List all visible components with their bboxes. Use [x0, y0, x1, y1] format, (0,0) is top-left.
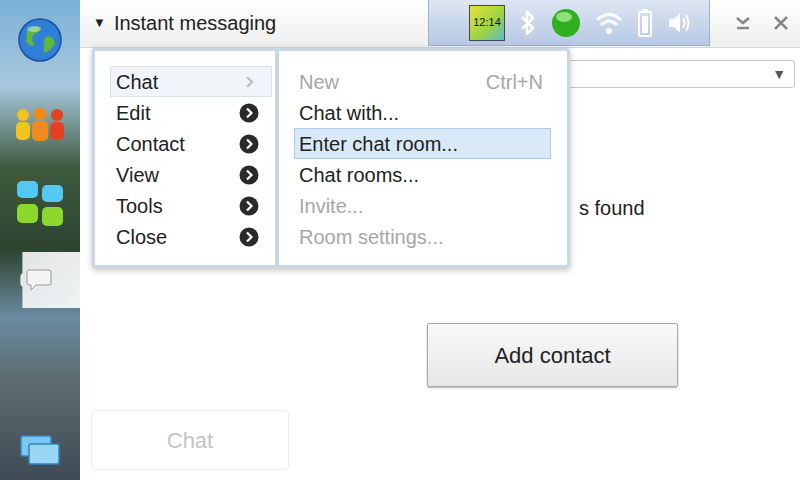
status-area[interactable]: 12:14 [428, 0, 710, 46]
battery-icon [637, 8, 653, 38]
submenu-item[interactable]: Chat rooms... [294, 159, 551, 190]
sidebar-item[interactable] [0, 12, 80, 68]
submenu-panel: NewCtrl+NChat with...Enter chat room...C… [279, 51, 567, 265]
sidebar-item[interactable] [0, 176, 80, 232]
menu-item[interactable]: Edit [110, 97, 272, 128]
presence-online-icon [551, 8, 581, 38]
submenu-item[interactable]: Invite... [294, 190, 551, 221]
empty-list-message: s found [579, 196, 800, 220]
submenu-item[interactable]: NewCtrl+N [294, 66, 551, 97]
menu-item[interactable]: Chat [110, 66, 272, 97]
chat-bubble-icon [26, 268, 52, 292]
account-dropdown[interactable]: ▼ [560, 60, 795, 88]
title-menu-button[interactable]: ▼Instant messaging [80, 0, 428, 46]
task-switcher[interactable] [15, 432, 65, 468]
menu-item[interactable]: Tools [110, 190, 272, 221]
bluetooth-icon [519, 8, 537, 38]
windows-icon [19, 434, 61, 466]
people-icon [13, 106, 67, 142]
submenu-item[interactable]: Room settings... [294, 221, 551, 252]
apps-grid-icon [15, 179, 65, 229]
menu-panel: ChatEditContactViewToolsClose [95, 51, 275, 265]
close-icon[interactable] [772, 14, 790, 32]
globe-icon [17, 17, 63, 63]
title-bar: ▼Instant messaging 12:14 [80, 0, 800, 48]
add-contact-button[interactable]: Add contact [427, 323, 678, 387]
shortcut-label: Ctrl+N [486, 70, 543, 94]
menu-item[interactable]: Contact [110, 128, 272, 159]
menu-item[interactable]: Close [110, 221, 272, 252]
submenu-arrow-icon [239, 134, 259, 154]
clock-widget: 12:14 [469, 5, 505, 41]
submenu-arrow-icon [239, 103, 259, 123]
chat-button[interactable]: Chat [91, 410, 289, 470]
minimize-icon[interactable] [734, 14, 752, 32]
submenu-item[interactable]: Chat with... [294, 97, 551, 128]
app-menu: ChatEditContactViewToolsCloseNewCtrl+NCh… [92, 48, 570, 268]
device-screen: ▼Instant messaging 12:14 ▼ s found Add conta… [0, 0, 800, 480]
sidebar-item[interactable] [0, 96, 80, 152]
submenu-arrow-icon [241, 73, 259, 91]
submenu-arrow-icon [239, 165, 259, 185]
wifi-icon [595, 11, 623, 35]
task-sidebar [0, 0, 80, 480]
submenu-arrow-icon [239, 196, 259, 216]
volume-icon [667, 10, 693, 36]
sidebar-item[interactable] [0, 252, 80, 308]
submenu-arrow-icon [239, 227, 259, 247]
submenu-item[interactable]: Enter chat room... [294, 128, 551, 159]
menu-item[interactable]: View [110, 159, 272, 190]
